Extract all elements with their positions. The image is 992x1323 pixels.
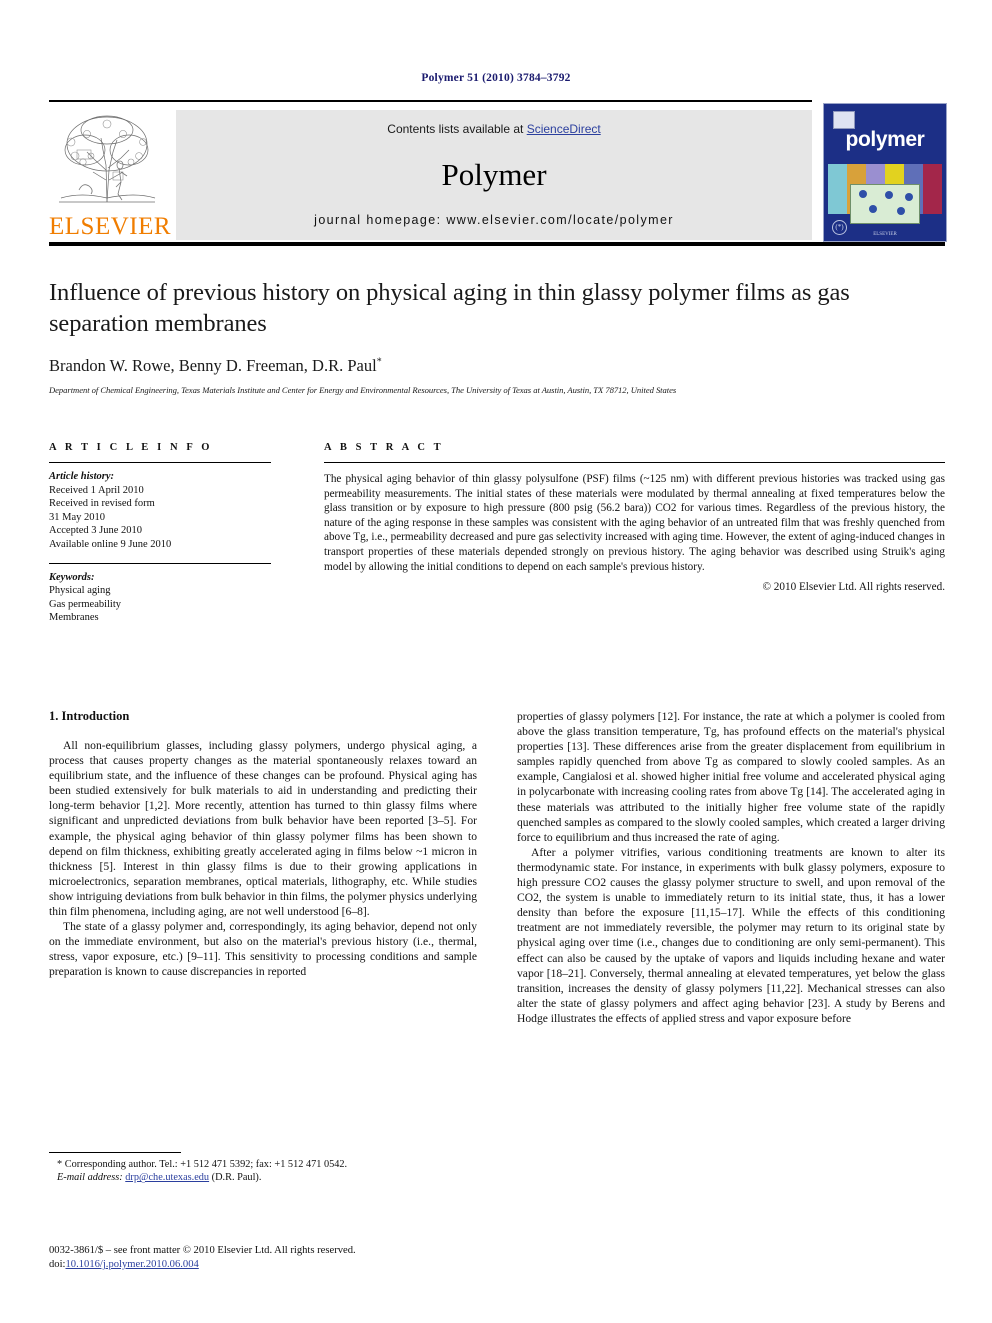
corresponding-author-note: * Corresponding author. Tel.: +1 512 471… xyxy=(57,1159,348,1170)
cover-wordmark: polymer xyxy=(845,128,925,151)
masthead-top-rule xyxy=(49,100,812,102)
email-link[interactable]: drp@che.utexas.edu xyxy=(125,1172,209,1183)
history-item: Received 1 April 2010 xyxy=(49,484,144,496)
doi-link[interactable]: 10.1016/j.polymer.2010.06.004 xyxy=(65,1259,198,1270)
doi-label: doi: xyxy=(49,1259,66,1270)
journal-homepage-line[interactable]: journal homepage: www.elsevier.com/locat… xyxy=(176,213,812,227)
keyword-item: Membranes xyxy=(49,612,99,624)
keyword-item: Physical aging xyxy=(49,585,111,597)
cover-footer-text: ELSEVIER xyxy=(873,232,897,237)
article-history-label: Article history: xyxy=(49,471,115,482)
section-heading-introduction: 1. Introduction xyxy=(49,709,130,723)
issn-text: 0032-3861/$ – see front matter © 2010 El… xyxy=(49,1245,356,1256)
masthead-bottom-rule xyxy=(49,242,945,246)
abstract-heading: A B S T R A C T xyxy=(324,442,444,453)
keyword-item: Gas permeability xyxy=(49,598,122,610)
email-suffix: (D.R. Paul). xyxy=(211,1172,262,1184)
paragraph: After a polymer vitrifies, various condi… xyxy=(517,845,945,1025)
article-info-column: A R T I C L E I N F O Article history: R… xyxy=(49,442,271,625)
tree-illustration-svg xyxy=(51,110,163,209)
footnote-rule xyxy=(49,1152,181,1153)
journal-masthead: ELSEVIER Contents lists available at Sci… xyxy=(49,100,947,246)
running-head: Polymer 51 (2010) 3784–3792 xyxy=(421,72,571,84)
paper-page: Polymer 51 (2010) 3784–3792 ELSEVIER Con… xyxy=(0,0,992,1323)
article-history-block: Article history: Received 1 April 2010 R… xyxy=(49,470,271,552)
issn-copyright-line: 0032-3861/$ – see front matter © 2010 El… xyxy=(49,1244,509,1272)
keywords-label: Keywords: xyxy=(49,571,95,583)
history-item: 31 May 2010 xyxy=(49,511,105,523)
title-block: Influence of previous history on physica… xyxy=(49,277,945,395)
paragraph: properties of glassy polymers [12]. For … xyxy=(517,710,945,844)
doi-line: doi:10.1016/j.polymer.2010.06.004 xyxy=(49,1258,509,1272)
journal-title: Polymer xyxy=(441,157,547,192)
elsevier-logo: ELSEVIER xyxy=(49,110,172,240)
corresponding-author-marker: * xyxy=(376,356,382,368)
author-names: Brandon W. Rowe, Benny D. Freeman, D.R. … xyxy=(49,356,377,375)
history-item: Received in revised form xyxy=(49,498,155,510)
cover-diagram-inset xyxy=(850,184,920,224)
body-column-right: properties of glassy polymers [12]. For … xyxy=(517,709,945,1026)
keywords-rule xyxy=(49,562,271,564)
abstract-copyright: © 2010 Elsevier Ltd. All rights reserved… xyxy=(762,581,946,594)
abstract-column: A B S T R A C T The physical aging behav… xyxy=(324,442,945,593)
history-item: Accepted 3 June 2010 xyxy=(49,525,143,537)
cover-badge-icon xyxy=(833,111,855,129)
article-info-rule xyxy=(49,462,271,463)
email-label: E-mail address: xyxy=(57,1172,123,1184)
author-list: Brandon W. Rowe, Benny D. Freeman, D.R. … xyxy=(49,356,945,376)
article-info-heading: A R T I C L E I N F O xyxy=(49,442,213,453)
footnote-block: * Corresponding author. Tel.: +1 512 471… xyxy=(49,1152,477,1185)
masthead-banner: Contents lists available at ScienceDirec… xyxy=(176,110,812,240)
page-title: Influence of previous history on physica… xyxy=(49,279,850,337)
elsevier-tree-icon xyxy=(51,110,163,209)
body-column-left: 1. Introduction All non-equilibrium glas… xyxy=(49,709,477,980)
sciencedirect-link[interactable]: ScienceDirect xyxy=(527,122,601,136)
email-note: E-mail address: drp@che.utexas.edu (D.R.… xyxy=(49,1171,477,1184)
keywords-block: Keywords: Physical aging Gas permeabilit… xyxy=(49,571,271,625)
affiliation: Department of Chemical Engineering, Texa… xyxy=(49,385,677,395)
paragraph: The state of a glassy polymer and, corre… xyxy=(49,920,477,979)
contents-list-line: Contents lists available at ScienceDirec… xyxy=(176,122,812,136)
abstract-text: The physical aging behavior of thin glas… xyxy=(324,473,945,573)
history-item: Available online 9 June 2010 xyxy=(49,538,172,550)
paragraph: All non-equilibrium glasses, including g… xyxy=(49,739,477,919)
journal-cover-image: polymer (*) ELSEVIER xyxy=(823,103,947,242)
abstract-rule xyxy=(324,462,945,463)
contents-prefix: Contents lists available at xyxy=(387,122,527,136)
elsevier-wordmark: ELSEVIER xyxy=(49,213,172,240)
